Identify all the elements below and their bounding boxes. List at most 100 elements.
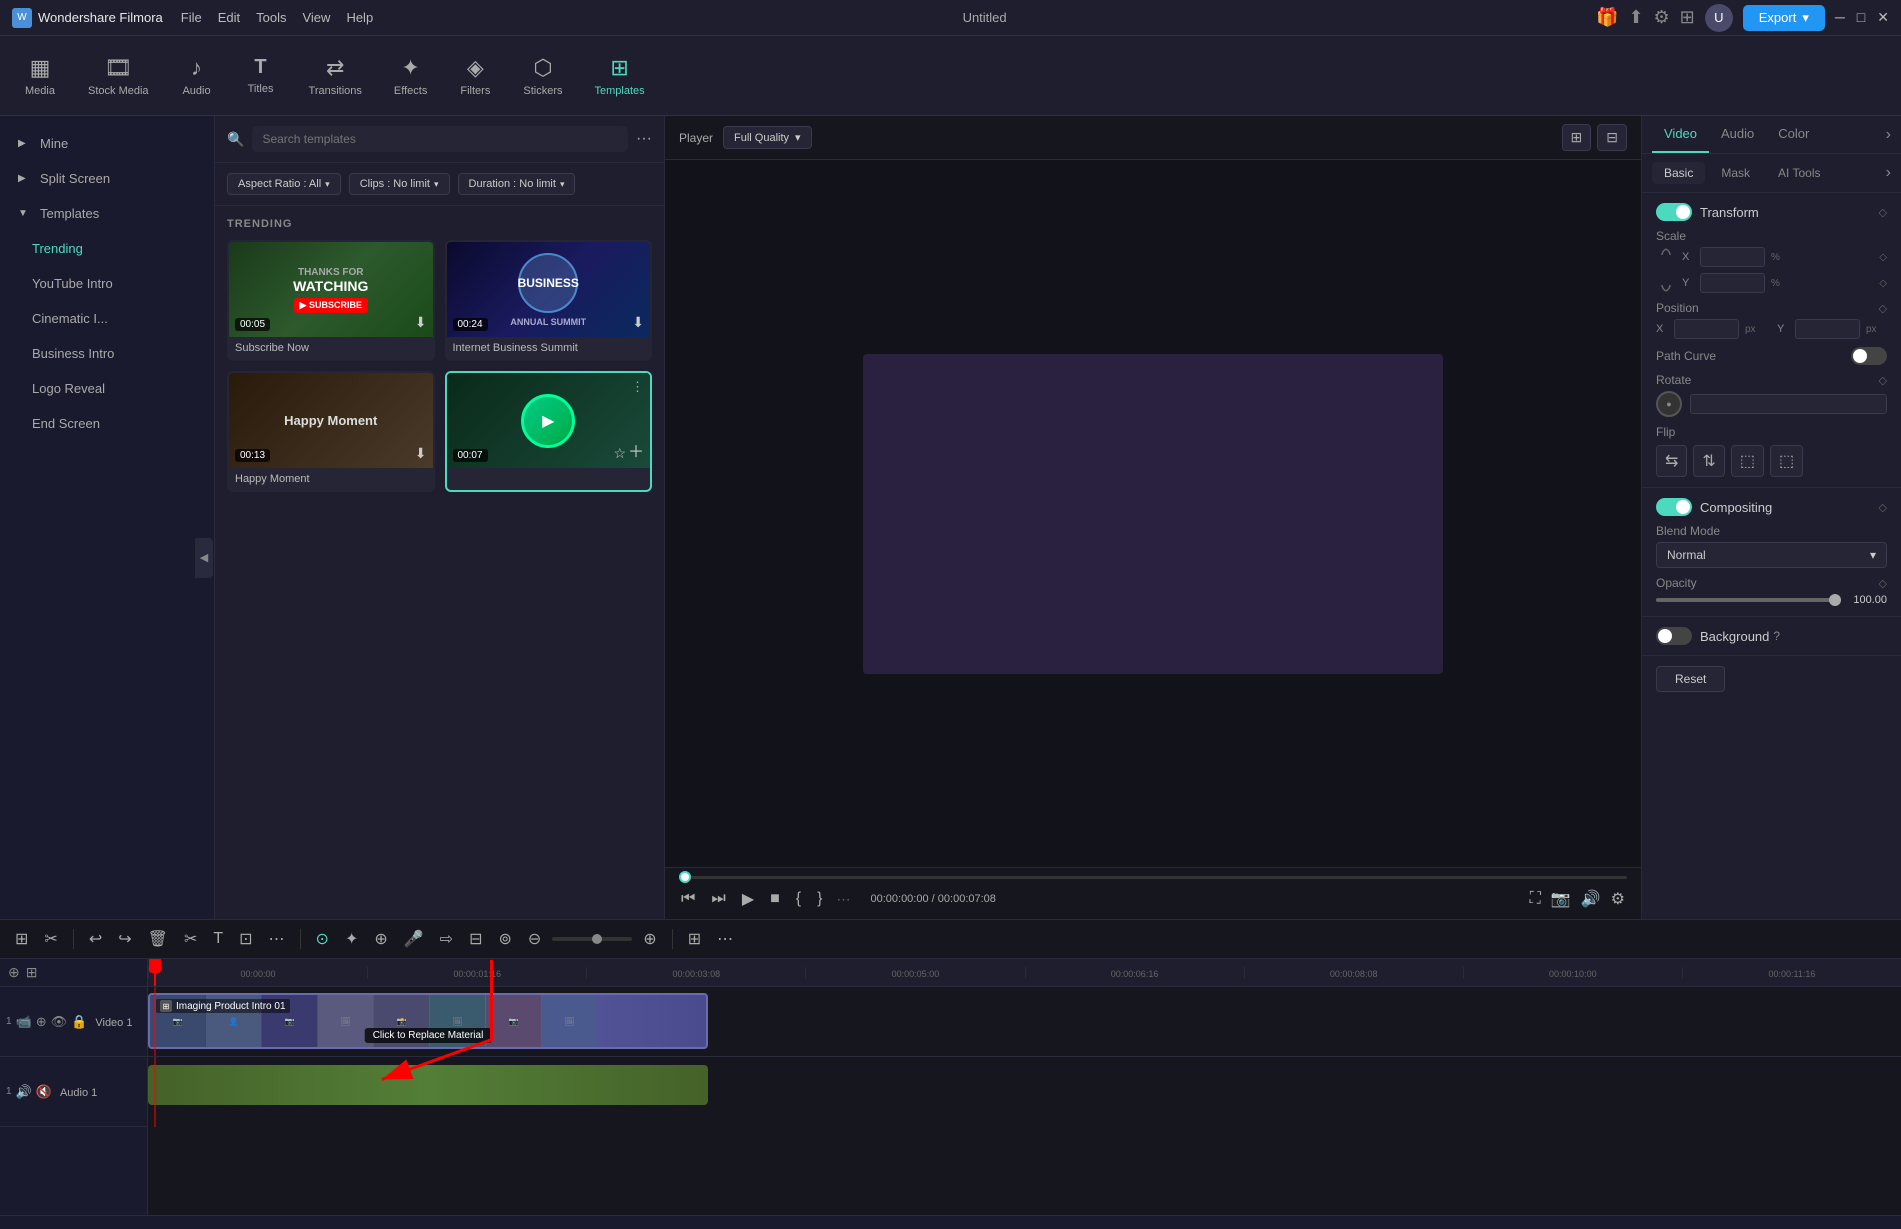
add-track-icon[interactable]: ⊕ (8, 964, 20, 981)
volume-button[interactable]: 🔊 (1579, 887, 1603, 911)
mark-in-button[interactable]: { (794, 888, 803, 910)
opacity-diamond[interactable]: ◇ (1879, 577, 1887, 590)
sub-tab-ai-tools[interactable]: AI Tools (1766, 162, 1832, 184)
tl-settings-button[interactable]: ⋯ (712, 926, 738, 952)
menu-file[interactable]: File (181, 10, 202, 25)
aspect-ratio-filter[interactable]: Aspect Ratio : All ▾ (227, 173, 341, 195)
sidebar-item-business-intro[interactable]: Business Intro (0, 336, 214, 371)
video-lock-icon[interactable]: 🔒 (71, 1014, 87, 1030)
template-happy-moment[interactable]: Happy Moment 00:13 ⬇ Happy Moment (227, 371, 435, 492)
background-toggle[interactable] (1656, 627, 1692, 645)
flip-diag1-button[interactable]: ⬚ (1731, 445, 1764, 477)
gift-icon[interactable]: 🎁 (1596, 7, 1618, 28)
panel-tab-more-icon[interactable]: › (1886, 126, 1891, 144)
toolbar-media[interactable]: ▦ Media (10, 49, 70, 103)
audio-mute-icon[interactable]: 🔇 (36, 1084, 52, 1100)
sidebar-item-split-screen[interactable]: ▶ Split Screen (0, 161, 214, 196)
tl-crop-button[interactable]: ⊡ (234, 926, 257, 952)
sidebar-collapse-button[interactable]: ◀ (195, 538, 213, 578)
pro-add-icon[interactable]: ＋ (628, 438, 644, 462)
sub-tab-basic[interactable]: Basic (1652, 162, 1705, 184)
rotate-circle[interactable]: ● (1656, 391, 1682, 417)
share-icon[interactable]: ⬆ (1628, 7, 1643, 28)
settings-icon[interactable]: ⚙ (1654, 7, 1670, 28)
compositing-diamond[interactable]: ◇ (1879, 501, 1887, 514)
toolbar-templates[interactable]: ⊞ Templates (580, 49, 658, 103)
mark-out-button[interactable]: } (815, 888, 824, 910)
tl-zoom-slider[interactable] (552, 937, 632, 941)
path-curve-toggle[interactable] (1851, 347, 1887, 365)
tl-active-tool-button[interactable]: ⊙ (311, 926, 334, 952)
clips-filter[interactable]: Clips : No limit ▾ (349, 173, 450, 195)
sidebar-item-logo-reveal[interactable]: Logo Reveal (0, 371, 214, 406)
flip-diag2-button[interactable]: ⬚ (1770, 445, 1803, 477)
tl-zoom-minus-button[interactable]: ⊖ (523, 926, 546, 952)
sub-tab-mask[interactable]: Mask (1709, 162, 1762, 184)
step-back-button[interactable]: ⏭ (709, 888, 727, 910)
template-pro[interactable]: ▶ ⋮ 00:07 ☆ ＋ (445, 371, 653, 492)
flip-v-button[interactable]: ⇅ (1693, 445, 1724, 477)
pro-more-icon[interactable]: ⋮ (631, 379, 644, 395)
reset-button[interactable]: Reset (1656, 666, 1725, 692)
rotate-diamond[interactable]: ◇ (1879, 374, 1887, 387)
tl-snap-button[interactable]: ⊚ (493, 926, 516, 952)
sidebar-item-templates[interactable]: ▼ Templates (0, 196, 214, 231)
track-settings-icon[interactable]: ⊞ (26, 964, 38, 981)
menu-help[interactable]: Help (346, 10, 373, 25)
template-subscribe-now[interactable]: THANKS FOR WATCHING ▶ SUBSCRIBE 00:05 ⬇ … (227, 240, 435, 361)
toolbar-stickers[interactable]: ⬡ Stickers (509, 49, 576, 103)
play-button[interactable]: ▶ (740, 887, 756, 911)
pos-x-input[interactable]: 0.00 (1674, 319, 1739, 339)
toolbar-effects[interactable]: ✦ Effects (380, 49, 441, 103)
menu-tools[interactable]: Tools (256, 10, 286, 25)
transform-diamond[interactable]: ◇ (1879, 206, 1887, 219)
tl-shield-button[interactable]: ⊕ (369, 926, 392, 952)
settings-ctrl-button[interactable]: ⚙ (1609, 887, 1627, 911)
full-view-button[interactable]: ⊟ (1597, 124, 1627, 151)
tl-text-button[interactable]: T (208, 927, 228, 951)
timeline-clip[interactable]: 📷 👤 📷 🖼 📸 🖼 📷 🖼 ⊞ Imaging Product Intro … (148, 993, 708, 1049)
maximize-button[interactable]: □ (1857, 9, 1865, 26)
sidebar-item-end-screen[interactable]: End Screen (0, 406, 214, 441)
template-business-summit[interactable]: BUSINESS ANNUAL SUMMIT 00:24 ⬇ Internet … (445, 240, 653, 361)
sidebar-item-youtube-intro[interactable]: YouTube Intro (0, 266, 214, 301)
menu-edit[interactable]: Edit (218, 10, 240, 25)
tl-speed-button[interactable]: ⇨ (435, 926, 458, 952)
rotate-input[interactable]: 0.00° (1690, 394, 1887, 414)
tl-magnet-button[interactable]: ✂ (39, 926, 62, 952)
video-eye-icon[interactable]: 👁 (51, 1014, 68, 1030)
scale-y-diamond[interactable]: ◇ (1879, 278, 1887, 289)
user-avatar[interactable]: U (1705, 4, 1733, 32)
quality-select[interactable]: Full Quality ▾ (723, 126, 812, 149)
pro-star-icon[interactable]: ☆ (613, 445, 626, 462)
pos-y-input[interactable]: 0.00 (1795, 319, 1860, 339)
position-diamond[interactable]: ◇ (1879, 302, 1887, 315)
tl-delete-button[interactable]: 🗑 (143, 926, 173, 952)
tab-audio[interactable]: Audio (1709, 116, 1766, 153)
scale-x-diamond[interactable]: ◇ (1879, 252, 1887, 263)
tl-grid-button[interactable]: ⊞ (683, 926, 706, 952)
blend-mode-select[interactable]: Normal ▾ (1656, 542, 1887, 568)
flip-h-button[interactable]: ⇆ (1656, 445, 1687, 477)
background-help-icon[interactable]: ? (1773, 629, 1780, 643)
progress-bar[interactable] (679, 876, 1627, 879)
scale-x-input[interactable]: 100.00 (1700, 247, 1765, 267)
toolbar-transitions[interactable]: ⇄ Transitions (295, 49, 376, 103)
tl-effects-button[interactable]: ✦ (340, 926, 363, 952)
compositing-toggle[interactable] (1656, 498, 1692, 516)
stop-button[interactable]: ■ (768, 888, 782, 910)
tl-more-button[interactable]: ⋯ (264, 926, 290, 952)
export-button[interactable]: Export ▾ (1743, 5, 1825, 31)
snapshot-button[interactable]: 📷 (1549, 887, 1573, 911)
grid-view-button[interactable]: ⊞ (1562, 124, 1592, 151)
tl-undo-button[interactable]: ↩ (84, 926, 107, 952)
tab-color[interactable]: Color (1766, 116, 1821, 153)
tl-zoom-plus-button[interactable]: ⊕ (638, 926, 661, 952)
progress-knob[interactable] (679, 871, 691, 883)
more-options-button[interactable]: ··· (636, 130, 652, 148)
sidebar-item-trending[interactable]: Trending (0, 231, 214, 266)
scale-y-input[interactable]: 100.00 (1700, 273, 1765, 293)
transform-toggle[interactable] (1656, 203, 1692, 221)
tl-add-track-button[interactable]: ⊞ (10, 926, 33, 952)
tl-clip-button[interactable]: ⊟ (464, 926, 487, 952)
